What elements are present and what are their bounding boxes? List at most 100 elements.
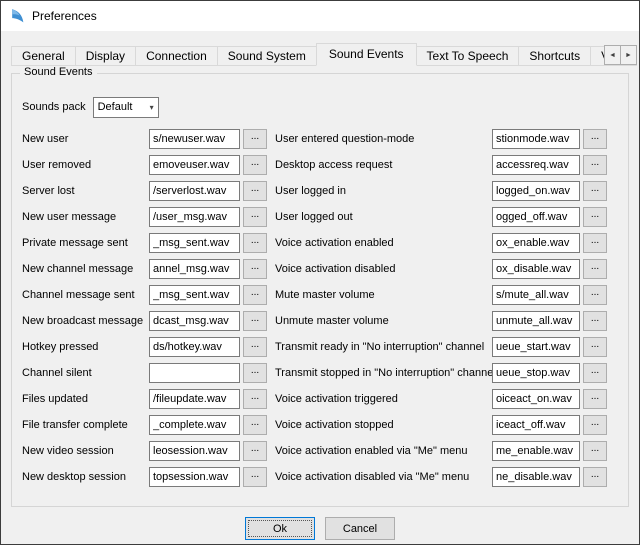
browse-button[interactable]: ...: [243, 285, 267, 305]
tab-connection[interactable]: Connection: [135, 46, 218, 66]
sound-event-label: New user message: [22, 211, 149, 223]
sound-file-input[interactable]: [492, 415, 580, 435]
sound-event-label: Private message sent: [22, 237, 149, 249]
sound-event-row: Mute master volume ...: [275, 282, 607, 308]
sound-event-row: Channel message sent ...: [22, 282, 267, 308]
sound-file-input[interactable]: [149, 181, 240, 201]
sound-file-input[interactable]: [149, 155, 240, 175]
browse-button[interactable]: ...: [583, 181, 607, 201]
browse-button[interactable]: ...: [583, 467, 607, 487]
ok-button[interactable]: Ok: [245, 517, 315, 540]
browse-button[interactable]: ...: [583, 441, 607, 461]
tab-text-to-speech[interactable]: Text To Speech: [416, 46, 520, 66]
sound-event-label: Voice activation enabled: [275, 237, 492, 249]
browse-button[interactable]: ...: [583, 207, 607, 227]
sound-file-input[interactable]: [492, 389, 580, 409]
sound-file-input[interactable]: [492, 207, 580, 227]
sound-event-row: Voice activation stopped ...: [275, 412, 607, 438]
sound-event-row: Transmit ready in "No interruption" chan…: [275, 334, 607, 360]
browse-button[interactable]: ...: [583, 129, 607, 149]
sound-event-label: Server lost: [22, 185, 149, 197]
browse-button[interactable]: ...: [243, 363, 267, 383]
browse-button[interactable]: ...: [243, 337, 267, 357]
sound-event-row: New desktop session ...: [22, 464, 267, 490]
browse-button[interactable]: ...: [243, 207, 267, 227]
browse-button[interactable]: ...: [243, 415, 267, 435]
browse-button[interactable]: ...: [243, 181, 267, 201]
sound-file-input[interactable]: [492, 233, 580, 253]
browse-button[interactable]: ...: [583, 259, 607, 279]
browse-button[interactable]: ...: [583, 233, 607, 253]
sound-file-input[interactable]: [492, 311, 580, 331]
sound-event-label: Files updated: [22, 393, 149, 405]
sound-file-input[interactable]: [149, 233, 240, 253]
browse-button[interactable]: ...: [243, 467, 267, 487]
sound-file-input[interactable]: [149, 441, 240, 461]
sound-file-input[interactable]: [149, 415, 240, 435]
sound-event-label: Voice activation stopped: [275, 419, 492, 431]
sound-event-row: Hotkey pressed ...: [22, 334, 267, 360]
sound-file-input[interactable]: [149, 363, 240, 383]
tab-scroll-right-button[interactable]: ►: [620, 45, 637, 65]
browse-button[interactable]: ...: [583, 285, 607, 305]
sound-event-row: Voice activation triggered ...: [275, 386, 607, 412]
sound-file-input[interactable]: [149, 389, 240, 409]
browse-button[interactable]: ...: [243, 155, 267, 175]
sound-file-input[interactable]: [492, 363, 580, 383]
sound-event-label: New video session: [22, 445, 149, 457]
sound-file-input[interactable]: [149, 467, 240, 487]
left-arrow-icon: ◄: [609, 52, 616, 59]
sound-event-label: New desktop session: [22, 471, 149, 483]
sound-file-input[interactable]: [492, 129, 580, 149]
sound-file-input[interactable]: [492, 337, 580, 357]
browse-button[interactable]: ...: [243, 233, 267, 253]
browse-button[interactable]: ...: [243, 389, 267, 409]
browse-button[interactable]: ...: [243, 129, 267, 149]
sounds-pack-value: Default: [98, 101, 147, 113]
group-title: Sound Events: [20, 66, 97, 78]
sound-file-input[interactable]: [149, 285, 240, 305]
sound-file-input[interactable]: [492, 467, 580, 487]
browse-button[interactable]: ...: [583, 363, 607, 383]
sound-event-row: New user message ...: [22, 204, 267, 230]
sound-file-input[interactable]: [492, 441, 580, 461]
sound-file-input[interactable]: [492, 181, 580, 201]
titlebar: Preferences: [1, 1, 639, 31]
browse-button[interactable]: ...: [583, 389, 607, 409]
sound-file-input[interactable]: [149, 259, 240, 279]
sound-file-input[interactable]: [492, 285, 580, 305]
sound-event-row: Private message sent ...: [22, 230, 267, 256]
sounds-pack-select[interactable]: Default ▾: [93, 97, 159, 118]
sound-event-row: New channel message ...: [22, 256, 267, 282]
tab-scroll-left-button[interactable]: ◄: [604, 45, 621, 65]
sound-file-input[interactable]: [149, 311, 240, 331]
cancel-button[interactable]: Cancel: [325, 517, 395, 540]
sound-file-input[interactable]: [492, 259, 580, 279]
sound-event-row: Files updated ...: [22, 386, 267, 412]
sound-event-label: New channel message: [22, 263, 149, 275]
browse-button[interactable]: ...: [243, 441, 267, 461]
sound-event-row: New broadcast message ...: [22, 308, 267, 334]
browse-button[interactable]: ...: [583, 415, 607, 435]
tab-sound-events[interactable]: Sound Events: [316, 43, 417, 66]
tab-sound-system[interactable]: Sound System: [217, 46, 317, 66]
tab-scroll-buttons: ◄ ►: [604, 45, 637, 65]
tab-shortcuts[interactable]: Shortcuts: [518, 46, 591, 66]
browse-button[interactable]: ...: [243, 259, 267, 279]
tab-general[interactable]: General: [11, 46, 76, 66]
sound-event-row: Voice activation enabled ...: [275, 230, 607, 256]
sound-file-input[interactable]: [149, 207, 240, 227]
sound-file-input[interactable]: [149, 129, 240, 149]
sound-event-row: Unmute master volume ...: [275, 308, 607, 334]
browse-button[interactable]: ...: [583, 337, 607, 357]
sound-event-label: Channel silent: [22, 367, 149, 379]
browse-button[interactable]: ...: [583, 311, 607, 331]
sound-file-input[interactable]: [492, 155, 580, 175]
sound-event-label: User removed: [22, 159, 149, 171]
tab-display[interactable]: Display: [75, 46, 136, 66]
browse-button[interactable]: ...: [583, 155, 607, 175]
sound-event-row: User logged out ...: [275, 204, 607, 230]
sound-event-row: New video session ...: [22, 438, 267, 464]
browse-button[interactable]: ...: [243, 311, 267, 331]
sound-file-input[interactable]: [149, 337, 240, 357]
